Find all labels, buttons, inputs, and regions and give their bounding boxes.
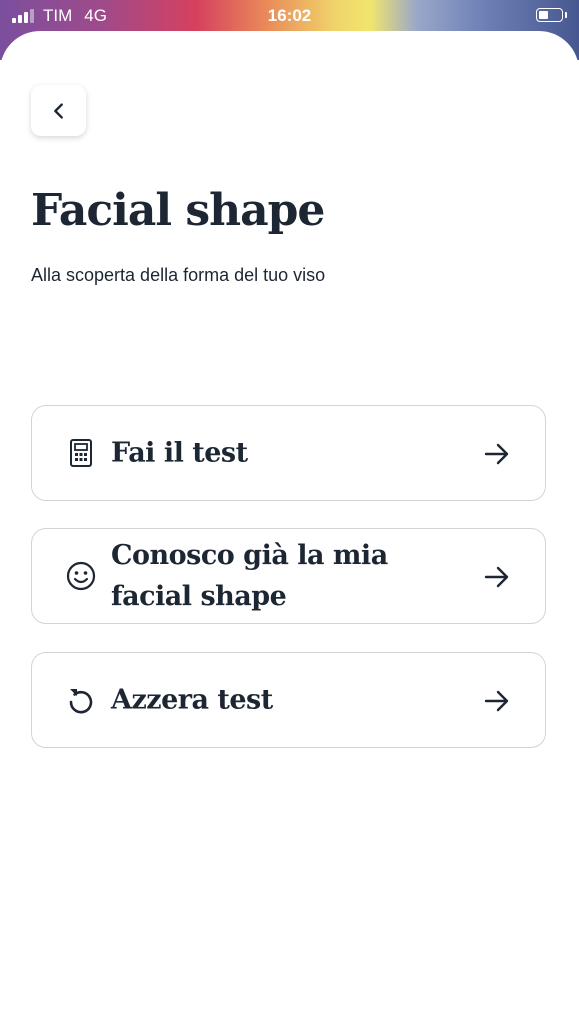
take-test-button[interactable]: Fai il test: [31, 405, 546, 501]
arrow-right-icon: [484, 443, 509, 465]
page-title: Facial shape: [31, 185, 325, 236]
option-label: Fai il test: [111, 437, 248, 469]
page-subtitle: Alla scoperta della forma del tuo viso: [31, 265, 326, 285]
clock: 16:02: [267, 6, 312, 25]
option-label: Conosco già la mia facial shape: [111, 540, 388, 612]
back-button[interactable]: [31, 85, 86, 136]
option-label: Azzera test: [111, 684, 273, 716]
known-face-shape-button[interactable]: Conosco già la mia facial shape: [31, 528, 546, 624]
battery-icon: [536, 8, 567, 22]
reset-test-button[interactable]: Azzera test: [31, 652, 546, 748]
chevron-left-icon: [53, 102, 63, 119]
reset-icon: [69, 689, 93, 714]
arrow-right-icon: [484, 690, 509, 712]
smiley-icon: [66, 561, 96, 591]
content-sheet: Facial shape Alla scoperta della forma d…: [0, 31, 579, 1030]
calculator-icon: [70, 439, 92, 467]
arrow-right-icon: [484, 566, 509, 588]
